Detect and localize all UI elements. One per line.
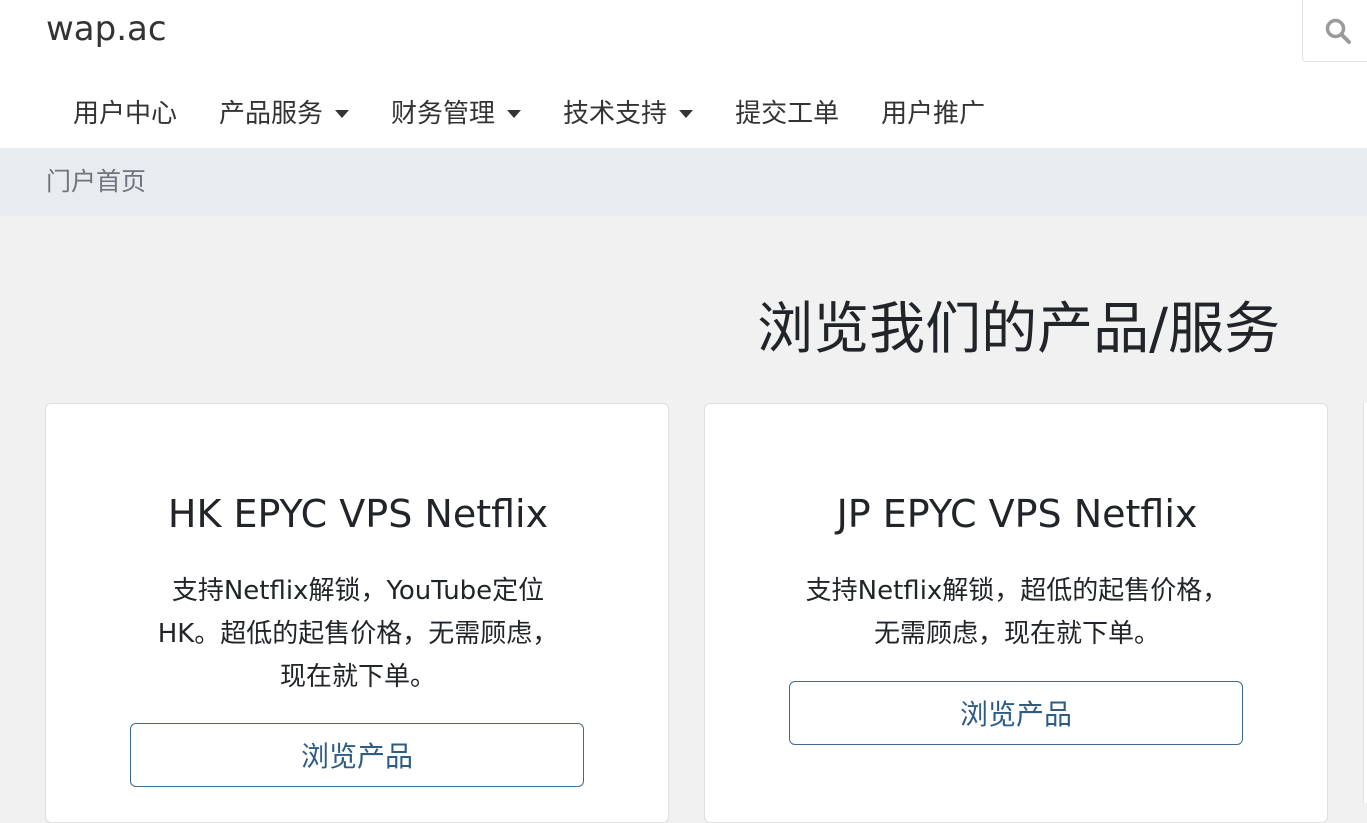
brand-logo[interactable]: wap.ac (46, 8, 167, 50)
nav-item-support[interactable]: 技术支持 (542, 88, 714, 140)
browse-products-button[interactable]: 浏览产品 (130, 723, 584, 787)
product-title: HK EPYC VPS Netflix (167, 492, 549, 536)
nav-item-label: 财务管理 (391, 99, 496, 129)
product-card-hk: HK EPYC VPS Netflix 支持Netflix解锁，YouTube定… (45, 403, 669, 823)
nav-item-label: 用户推广 (881, 99, 986, 129)
product-description-line: 现在就下单。 (279, 662, 436, 692)
product-description-line: HK。超低的起售价格，无需顾虑， (157, 619, 559, 649)
nav-item-submit-ticket[interactable]: 提交工单 (714, 88, 860, 140)
search-button[interactable] (1302, 0, 1367, 62)
site-header: wap.ac 用户中心 产品服务 财务管理 技术支持 提交工单 用户推广 (0, 0, 1367, 148)
nav-item-billing[interactable]: 财务管理 (370, 88, 542, 140)
nav-item-label: 用户中心 (73, 99, 178, 129)
page-title: 浏览我们的产品/服务 (757, 297, 1280, 362)
nav-item-label: 提交工单 (735, 99, 840, 129)
product-description-line: 支持Netflix解锁，YouTube定位 (171, 576, 545, 606)
product-description: 支持Netflix解锁，YouTube定位 HK。超低的起售价格，无需顾虑， 现… (138, 570, 578, 699)
nav-item-affiliates[interactable]: 用户推广 (860, 88, 1006, 140)
breadcrumb-bar: 门户首页 (0, 148, 1367, 216)
product-card-jp: JP EPYC VPS Netflix 支持Netflix解锁，超低的起售价格，… (704, 403, 1328, 823)
caret-down-icon (335, 110, 350, 118)
caret-down-icon (507, 110, 522, 118)
nav-item-label: 技术支持 (563, 99, 668, 129)
product-card-partial (1363, 403, 1367, 803)
nav-item-user-center[interactable]: 用户中心 (52, 88, 198, 140)
browse-products-button[interactable]: 浏览产品 (789, 681, 1243, 745)
search-icon (1325, 18, 1351, 44)
nav-item-products[interactable]: 产品服务 (198, 88, 370, 140)
caret-down-icon (679, 110, 694, 118)
product-description: 支持Netflix解锁，超低的起售价格， 无需顾虑，现在就下单。 (787, 570, 1247, 656)
nav-item-label: 产品服务 (219, 99, 324, 129)
product-description-line: 无需顾虑，现在就下单。 (873, 619, 1160, 649)
product-title: JP EPYC VPS Netflix (836, 492, 1198, 536)
product-description-line: 支持Netflix解锁，超低的起售价格， (805, 576, 1229, 606)
breadcrumb-current: 门户首页 (46, 167, 147, 196)
main-nav: 用户中心 产品服务 财务管理 技术支持 提交工单 用户推广 (52, 88, 1006, 140)
